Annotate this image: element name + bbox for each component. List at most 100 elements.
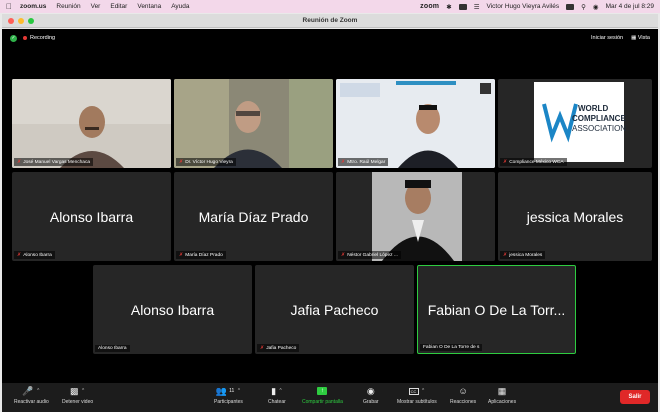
participant-video [336, 79, 495, 168]
share-screen-label: Compartir pantalla [302, 399, 343, 405]
captions-label: Mostrar subtítulos [397, 399, 437, 405]
participant-label: ✗ Jafia Pacheco [257, 344, 300, 352]
participants-button[interactable]: 👥 11 ⌃ Participantes [214, 385, 243, 406]
participant-photo [336, 172, 495, 261]
zoom-tray-icon[interactable]: zoom [420, 3, 439, 10]
participant-label: ✗ jessica Morales [500, 251, 546, 259]
leave-button[interactable]: Salir [620, 390, 650, 404]
share-screen-button[interactable]: ↑ Compartir pantalla [302, 386, 343, 405]
participant-label: Fabian O De La Torre de s [420, 344, 483, 351]
user-name[interactable]: Victor Hugo Vieyra Avilés [487, 3, 560, 10]
menu-app[interactable]: zoom.us [20, 3, 46, 10]
reactions-label: Reacciones [450, 399, 477, 405]
participant-label: Alonso Ibarra [95, 345, 130, 352]
bluetooth-icon[interactable]: ✱ [446, 3, 451, 11]
participant-label: ✗ Compliance México WCA [500, 158, 567, 166]
video-tile[interactable]: WORLD COMPLIANCE ASSOCIATION ✗ Compliance… [498, 79, 652, 168]
recording-label: Recording [30, 35, 56, 41]
participant-display-name: jessica Morales [526, 208, 624, 225]
active-speaker-tile[interactable]: Fabian O De La Torr... Fabian O De La To… [417, 265, 576, 354]
menu-ventana[interactable]: Ventana [137, 3, 161, 10]
recording-dot-icon [23, 36, 27, 40]
window-title-bar: Reunión de Zoom [2, 14, 658, 28]
captions-button[interactable]: CC ⌃ Mostrar subtítulos [397, 386, 437, 405]
muted-mic-icon: ✗ [260, 345, 265, 351]
participant-label: ✗ Mtro. Raúl Melgar [338, 158, 389, 166]
participants-icon: 👥 11 ⌃ [215, 385, 242, 396]
muted-mic-icon: ✗ [179, 159, 184, 165]
name-tile[interactable]: Alonso Ibarra ✗ Alonso Ibarra [12, 172, 171, 261]
participant-display-name: María Díaz Prado [198, 208, 309, 225]
unmute-button[interactable]: 🎤 ⌃ Reactivar audio [14, 385, 49, 406]
wca-logo-line: WORLD [578, 104, 609, 113]
video-camera-icon: ▩ ⌃ [69, 385, 86, 396]
chat-bubble-icon: ▮ ⌃ [271, 385, 283, 396]
muted-mic-icon: ✗ [17, 159, 22, 165]
menu-ayuda[interactable]: Ayuda [171, 3, 189, 10]
menu-ver[interactable]: Ver [91, 3, 101, 10]
participant-label: ✗ Néstor Gabriel López ... [338, 251, 401, 259]
muted-mic-icon: ✗ [179, 252, 184, 258]
photo-tile[interactable]: ✗ Néstor Gabriel López ... [336, 172, 495, 261]
siri-icon[interactable]: ◉ [593, 3, 599, 11]
apple-icon[interactable]:  [6, 2, 12, 11]
muted-mic-icon: ✗ [503, 252, 508, 258]
wifi-icon[interactable]: ☰ [474, 3, 480, 11]
participants-count: 11 [229, 388, 235, 394]
name-tile[interactable]: Jafia Pacheco ✗ Jafia Pacheco [255, 265, 414, 354]
name-tile[interactable]: Alonso Ibarra Alonso Ibarra [93, 265, 252, 354]
video-tile[interactable]: ✗ Mtro. Raúl Melgar [336, 79, 495, 168]
control-center-icon[interactable] [566, 3, 575, 10]
participant-display-name: Fabian O De La Torr... [427, 301, 566, 318]
chat-button[interactable]: ▮ ⌃ Chatear [268, 385, 286, 406]
mic-muted-icon: 🎤 ⌃ [22, 385, 41, 396]
meeting-stage: ✓ Recording Iniciar sesión ▦ Vista ✗ José… [2, 29, 658, 383]
window-title: Reunión de Zoom [302, 17, 358, 24]
wca-logo-line: COMPLIANCE [572, 114, 626, 123]
participant-label: ✗ Alonso Ibarra [14, 251, 55, 259]
reactions-icon: ☺ [458, 386, 468, 396]
name-tile[interactable]: María Díaz Prado ✗ María Díaz Prado [174, 172, 333, 261]
participant-display-name: Alonso Ibarra [130, 301, 215, 318]
stop-video-label: Detener video [62, 399, 94, 405]
menu-editar[interactable]: Editar [110, 3, 127, 10]
name-tile[interactable]: jessica Morales ✗ jessica Morales [498, 172, 652, 261]
share-screen-icon: ↑ [317, 386, 328, 396]
record-label: Grabar [363, 399, 379, 405]
apps-button[interactable]: ▦ Aplicaciones [488, 385, 516, 406]
stop-video-button[interactable]: ▩ ⌃ Detener video [62, 385, 94, 406]
wca-logo: WORLD COMPLIANCE ASSOCIATION [534, 82, 627, 162]
meeting-toolbar: 🎤 ⌃ Reactivar audio ▩ ⌃ Detener video 👥 1… [2, 383, 658, 412]
video-tile[interactable]: ✗ José Manuel Vargas Menchaca [12, 79, 171, 168]
battery-icon[interactable] [458, 3, 467, 10]
wca-logo-line: ASSOCIATION [572, 124, 627, 133]
screen:  zoom.us Reunión Ver Editar Ventana Ayu… [0, 0, 660, 412]
meeting-top-strip: ✓ Recording Iniciar sesión ▦ Vista [2, 29, 658, 47]
menu-reunion[interactable]: Reunión [56, 3, 80, 10]
search-icon[interactable]: ⚲ [581, 3, 586, 11]
participant-display-name: Jafia Pacheco [290, 301, 379, 318]
unmute-label: Reactivar audio [14, 399, 49, 405]
participant-video [12, 79, 171, 168]
participant-display-name: Alonso Ibarra [49, 208, 134, 225]
record-button[interactable]: ◉ Grabar [363, 385, 379, 406]
participant-video [174, 79, 333, 168]
muted-mic-icon: ✗ [503, 159, 508, 165]
chat-label: Chatear [268, 399, 286, 405]
participants-label: Participantes [214, 399, 243, 405]
sign-in-link[interactable]: Iniciar sesión [591, 35, 623, 41]
reactions-button[interactable]: ☺ Reacciones [450, 386, 476, 405]
mac-menu-bar:  zoom.us Reunión Ver Editar Ventana Ayu… [0, 0, 660, 13]
view-button[interactable]: ▦ Vista [631, 35, 650, 41]
captions-icon: CC ⌃ [408, 386, 425, 396]
datetime[interactable]: Mar 4 de jul 8:29 [606, 3, 654, 10]
record-icon: ◉ [366, 385, 375, 396]
participant-label: ✗ José Manuel Vargas Menchaca [14, 158, 94, 166]
apps-icon: ▦ [497, 385, 507, 396]
video-tile[interactable]: ✗ Dr. Víctor Hugo Vieyra [174, 79, 333, 168]
muted-mic-icon: ✗ [17, 252, 22, 258]
participant-label: ✗ María Díaz Prado [176, 251, 226, 259]
muted-mic-icon: ✗ [341, 159, 346, 165]
security-shield-icon[interactable]: ✓ [10, 34, 17, 42]
muted-mic-icon: ✗ [341, 252, 346, 258]
